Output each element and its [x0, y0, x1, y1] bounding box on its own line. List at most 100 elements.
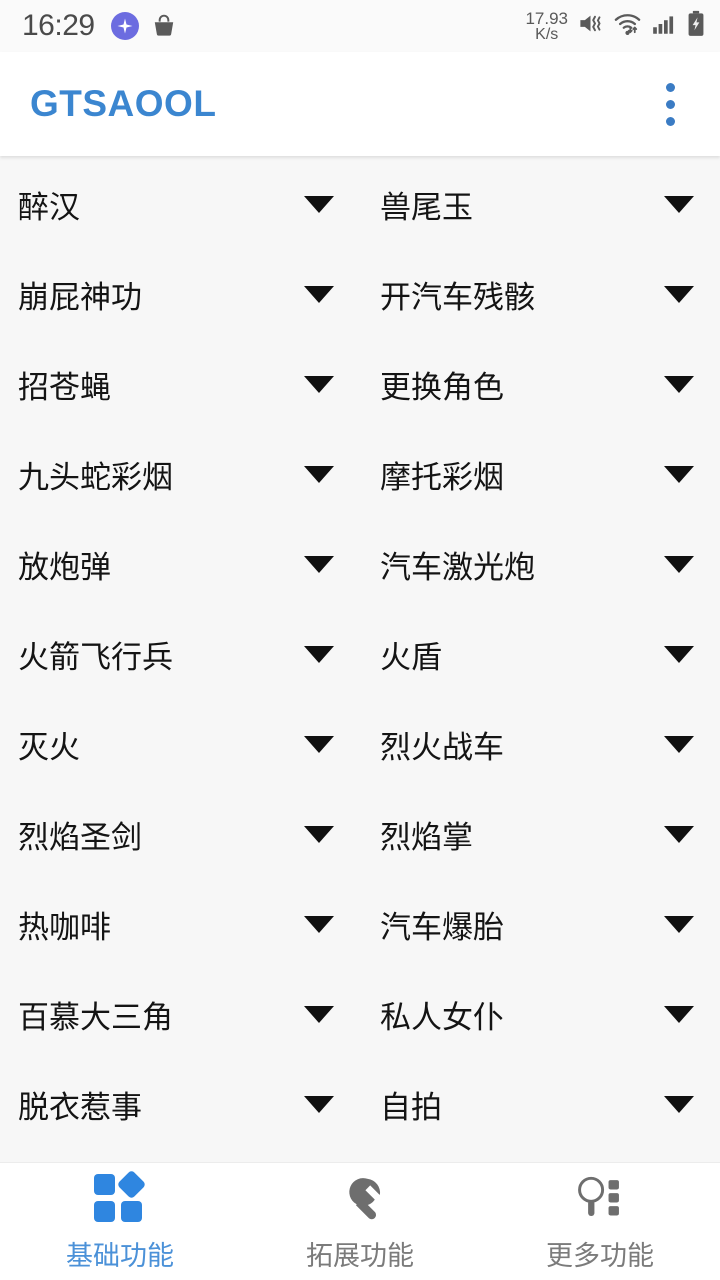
tab-basic-functions[interactable]: 基础功能	[0, 1163, 240, 1280]
battery-charging-icon	[686, 10, 706, 42]
feature-item-right[interactable]: 更换角色	[360, 339, 720, 429]
feature-item-left[interactable]: 九头蛇彩烟	[0, 429, 360, 519]
grid-blocks-icon	[94, 1169, 147, 1226]
feature-item-right[interactable]: 摩托彩烟	[360, 429, 720, 519]
feature-item-left[interactable]: 放炮弹	[0, 519, 360, 609]
feature-label: 热咖啡	[18, 909, 111, 945]
chevron-down-icon[interactable]	[664, 375, 694, 393]
feature-label: 汽车爆胎	[380, 909, 504, 945]
chevron-down-icon[interactable]	[664, 555, 694, 573]
feature-item-right[interactable]: 私人女仆	[360, 969, 720, 1059]
feature-label: 火盾	[380, 639, 442, 675]
table-row: 灭火 烈火战车	[0, 699, 720, 789]
feature-item-left[interactable]: 百慕大三角	[0, 969, 360, 1059]
feature-label: 自拍	[380, 1089, 442, 1125]
tab-extended-functions[interactable]: 拓展功能	[240, 1163, 480, 1280]
chevron-down-icon[interactable]	[664, 195, 694, 213]
feature-label: 更换角色	[380, 369, 504, 405]
chevron-down-icon[interactable]	[664, 285, 694, 303]
feature-item-left[interactable]: 招苍蝇	[0, 339, 360, 429]
chevron-down-icon[interactable]	[664, 825, 694, 843]
chevron-down-icon[interactable]	[304, 1005, 334, 1023]
feature-item-right[interactable]: 烈火战车	[360, 699, 720, 789]
table-row: 脱衣惹事 自拍	[0, 1059, 720, 1149]
network-speed-value: 17.93	[525, 8, 568, 28]
feature-list: 醉汉 兽尾玉 崩屁神功 开汽车残骸 招苍蝇 更换角色 九头蛇彩烟 摩托彩烟 放炮…	[0, 156, 720, 1162]
basket-icon	[151, 13, 177, 39]
chevron-down-icon[interactable]	[304, 1095, 334, 1113]
chevron-down-icon[interactable]	[304, 465, 334, 483]
chevron-down-icon[interactable]	[664, 645, 694, 663]
feature-label: 烈火战车	[380, 729, 504, 765]
network-speed-unit: K/s	[535, 25, 559, 43]
feature-item-right[interactable]: 汽车激光炮	[360, 519, 720, 609]
feature-item-left[interactable]: 灭火	[0, 699, 360, 789]
chevron-down-icon[interactable]	[304, 285, 334, 303]
table-row: 招苍蝇 更换角色	[0, 339, 720, 429]
table-row: 九头蛇彩烟 摩托彩烟	[0, 429, 720, 519]
chevron-down-icon[interactable]	[664, 1095, 694, 1113]
table-row: 崩屁神功 开汽车残骸	[0, 249, 720, 339]
feature-label: 放炮弹	[18, 549, 111, 585]
feature-item-left[interactable]: 热咖啡	[0, 879, 360, 969]
feature-item-left[interactable]: 脱衣惹事	[0, 1059, 360, 1149]
wifi-icon	[613, 10, 642, 42]
status-bar-clock: 16:29	[22, 9, 95, 42]
chevron-down-icon[interactable]	[304, 915, 334, 933]
feature-label: 汽车激光炮	[380, 549, 535, 585]
grid-diamond	[116, 1169, 147, 1200]
app-bar: GTSAOOL	[0, 52, 720, 156]
feature-item-left[interactable]: 醉汉	[0, 159, 360, 249]
network-speed-indicator: 17.93 K/s	[525, 10, 568, 43]
sparkle-badge-icon	[110, 12, 139, 40]
chevron-down-icon[interactable]	[304, 555, 334, 573]
feature-item-left[interactable]: 火箭飞行兵	[0, 609, 360, 699]
feature-label: 脱衣惹事	[18, 1089, 142, 1125]
chevron-down-icon[interactable]	[664, 1005, 694, 1023]
feature-item-right[interactable]: 火盾	[360, 609, 720, 699]
overflow-menu-icon[interactable]	[644, 74, 696, 134]
status-bar-notification-icons	[110, 12, 177, 40]
feature-label: 九头蛇彩烟	[18, 459, 173, 495]
chevron-down-icon[interactable]	[664, 735, 694, 753]
feature-item-right[interactable]: 兽尾玉	[360, 159, 720, 249]
tab-more-functions[interactable]: 更多功能	[480, 1163, 720, 1280]
feature-label: 醉汉	[18, 189, 80, 225]
wrench-icon	[334, 1170, 386, 1226]
chevron-down-icon[interactable]	[304, 195, 334, 213]
table-row: 烈焰圣剑 烈焰掌	[0, 789, 720, 879]
feature-item-right[interactable]: 自拍	[360, 1059, 720, 1149]
app-screen: 16:29 17.93 K/s GTSAOOL 醉汉 兽尾玉 崩屁神功 开汽车残…	[0, 0, 720, 1280]
table-row: 放炮弹 汽车激光炮	[0, 519, 720, 609]
chevron-down-icon[interactable]	[304, 375, 334, 393]
overflow-dot	[665, 82, 675, 92]
feature-item-left[interactable]: 崩屁神功	[0, 249, 360, 339]
grid-square	[94, 1201, 115, 1222]
chevron-down-icon[interactable]	[304, 825, 334, 843]
feature-label: 灭火	[18, 729, 80, 765]
grid-square	[121, 1201, 142, 1222]
mute-vibrate-icon	[577, 10, 604, 42]
feature-label: 火箭飞行兵	[18, 639, 173, 675]
chevron-down-icon[interactable]	[664, 465, 694, 483]
feature-item-right[interactable]: 烈焰掌	[360, 789, 720, 879]
feature-label: 招苍蝇	[18, 369, 111, 405]
feature-label: 摩托彩烟	[380, 459, 504, 495]
chevron-down-icon[interactable]	[304, 645, 334, 663]
tab-label: 基础功能	[66, 1241, 174, 1271]
feature-item-right[interactable]: 汽车爆胎	[360, 879, 720, 969]
bottom-navigation: 基础功能 拓展功能 更多功能	[0, 1162, 720, 1280]
feature-item-right[interactable]: 开汽车残骸	[360, 249, 720, 339]
chevron-down-icon[interactable]	[664, 915, 694, 933]
feature-label: 私人女仆	[380, 999, 504, 1035]
tab-label: 更多功能	[546, 1241, 654, 1271]
chevron-down-icon[interactable]	[304, 735, 334, 753]
feature-item-left[interactable]: 烈焰圣剑	[0, 789, 360, 879]
table-row: 火箭飞行兵 火盾	[0, 609, 720, 699]
feature-label: 烈焰掌	[380, 819, 473, 855]
magnifier-list-icon	[574, 1170, 626, 1226]
status-bar: 16:29 17.93 K/s	[0, 0, 720, 52]
page-title: GTSAOOL	[30, 83, 217, 124]
table-row: 百慕大三角 私人女仆	[0, 969, 720, 1059]
overflow-dot	[665, 99, 675, 109]
